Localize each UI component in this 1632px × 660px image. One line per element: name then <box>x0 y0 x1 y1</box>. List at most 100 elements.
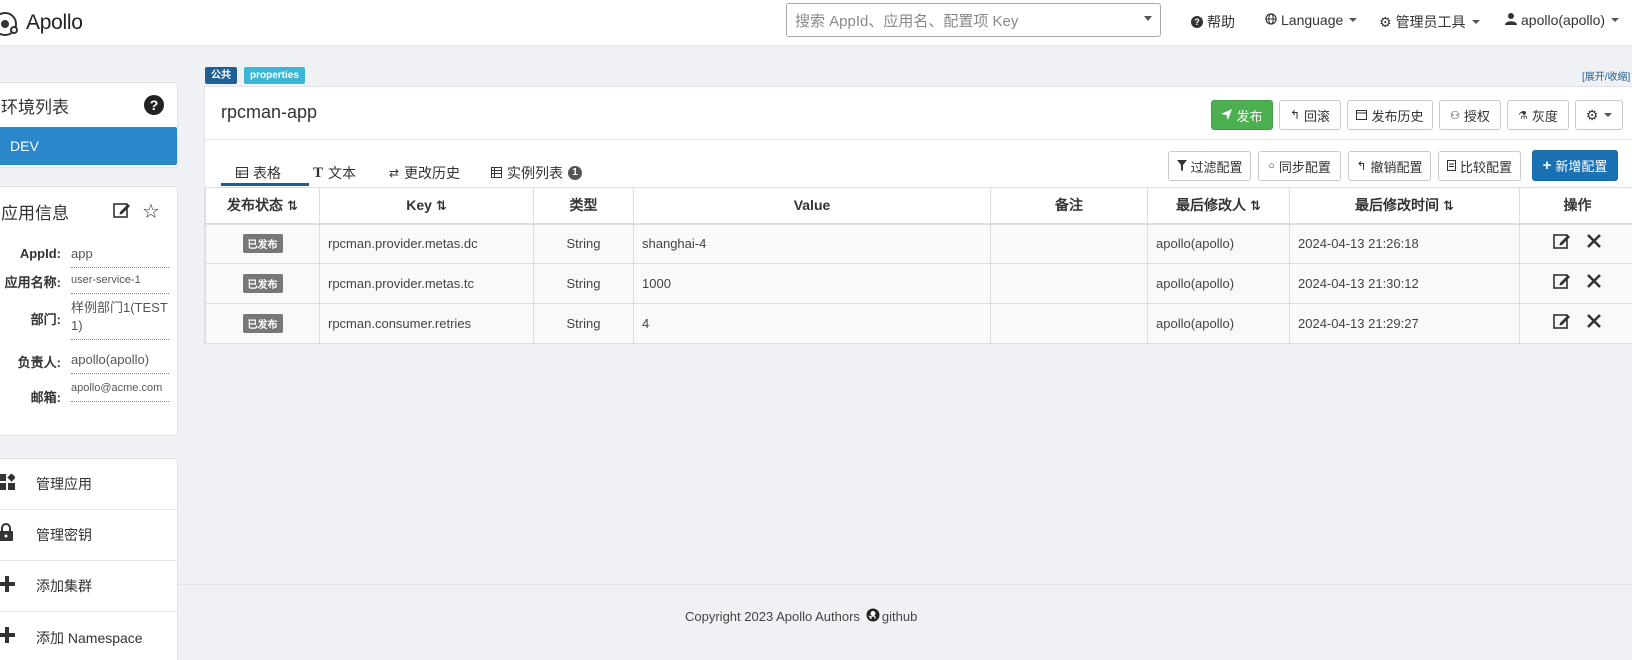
publish-history-button[interactable]: 发布历史 <box>1347 100 1433 130</box>
column-header: 操作 <box>1519 187 1632 225</box>
instances-count-badge: 1 <box>568 166 582 180</box>
cell-value: shanghai-4 <box>633 223 991 264</box>
column-header[interactable]: Key ⇅ <box>319 187 534 225</box>
info-value: 样例部门1(TEST1) <box>71 299 169 340</box>
cell-type: String <box>533 263 634 304</box>
cell-value: 1000 <box>633 263 991 304</box>
refresh-icon: ○ <box>1268 160 1275 172</box>
tab-history[interactable]: ⇄ 更改历史 <box>389 163 460 183</box>
gray-release-button[interactable]: ⚗ 灰度 <box>1507 100 1569 130</box>
delete-icon[interactable] <box>1586 232 1602 255</box>
brand-name: Apollo <box>26 11 83 34</box>
help-label: 帮助 <box>1207 14 1235 30</box>
user-label: apollo(apollo) <box>1521 12 1606 28</box>
plus-icon <box>0 626 15 649</box>
star-icon[interactable]: ☆ <box>142 199 160 224</box>
active-tab-indicator <box>221 183 309 186</box>
tab-text[interactable]: T 文本 <box>313 163 356 183</box>
sync-config-button[interactable]: ○ 同步配置 <box>1258 151 1341 181</box>
sync-config-label: 同步配置 <box>1278 159 1331 175</box>
grant-button[interactable]: ⚇ 授权 <box>1439 100 1501 130</box>
menu-item-add-cluster[interactable]: 添加集群 <box>0 561 177 612</box>
menu-item-label: 管理密钥 <box>36 527 92 543</box>
edit-icon[interactable] <box>1552 272 1571 296</box>
filter-config-button[interactable]: 过滤配置 <box>1168 151 1251 181</box>
search-input[interactable]: 搜索 AppId、应用名、配置项 Key <box>786 3 1161 37</box>
expand-collapse-link[interactable]: [展开/收缩] <box>1582 68 1630 83</box>
tab-label: 表格 <box>253 165 281 181</box>
env-item-dev[interactable]: DEV <box>0 127 177 165</box>
gear-icon: ⚙ <box>1379 13 1392 30</box>
table-row: 已发布 rpcman.provider.metas.dc String shan… <box>205 223 1632 264</box>
table-row: 已发布 rpcman.consumer.retries String 4 apo… <box>205 303 1632 344</box>
menu-item-label: 添加 Namespace <box>36 629 143 646</box>
menu-item-manage-app[interactable]: 管理应用 <box>0 459 177 510</box>
flask-icon: ⚗ <box>1518 109 1528 122</box>
question-circle-icon[interactable]: ? <box>144 95 164 115</box>
caret-down-icon <box>1611 18 1620 22</box>
plus-icon <box>0 575 15 598</box>
filter-icon <box>1176 159 1187 174</box>
header-divider <box>205 139 1632 140</box>
publish-button[interactable]: 发布 <box>1211 100 1273 130</box>
sort-icon: ⇅ <box>1443 198 1454 214</box>
column-header[interactable]: 最后修改时间 ⇅ <box>1289 187 1520 225</box>
tag-public: 公共 <box>205 67 237 84</box>
info-value: apollo(apollo) <box>71 351 169 374</box>
delete-icon[interactable] <box>1586 272 1602 295</box>
document-icon <box>1447 159 1456 174</box>
info-label: AppId: <box>19 246 61 261</box>
delete-icon[interactable] <box>1586 312 1602 335</box>
caret-down-icon <box>1471 20 1480 24</box>
help-link[interactable]: ? 帮助 <box>1191 12 1235 32</box>
settings-dropdown-button[interactable]: ⚙ <box>1575 100 1623 130</box>
github-icon <box>866 608 880 625</box>
caret-down-icon <box>1604 113 1613 117</box>
filter-config-label: 过滤配置 <box>1190 159 1243 175</box>
app-info-panel: 应用信息 ☆ AppId: app 应用名称: user-service-1 部… <box>0 186 178 436</box>
admin-tools-dropdown[interactable]: ⚙ 管理员工具 <box>1379 12 1480 32</box>
tab-table[interactable]: 表格 <box>236 163 281 183</box>
table-header-row: 发布状态 ⇅ Key ⇅ 类型 Value 备注 最后修改人 ⇅ 最后修改时间 ⇅ 操作 <box>205 187 1632 225</box>
brand[interactable]: Apollo <box>0 8 83 38</box>
tab-label: 实例列表 <box>507 165 563 181</box>
column-header[interactable]: 最后修改人 ⇅ <box>1147 187 1290 225</box>
add-config-button[interactable]: + 新增配置 <box>1532 150 1618 181</box>
info-label: 应用名称: <box>4 275 61 290</box>
user-dropdown[interactable]: apollo(apollo) <box>1505 12 1620 28</box>
cell-modifier: apollo(apollo) <box>1147 263 1290 304</box>
menu-item-add-namespace[interactable]: 添加 Namespace <box>0 612 177 660</box>
swap-icon: ⇄ <box>389 166 400 180</box>
compare-config-button[interactable]: 比较配置 <box>1438 151 1521 181</box>
publish-history-label: 发布历史 <box>1371 108 1424 124</box>
tab-instances[interactable]: 实例列表 1 <box>491 163 582 183</box>
menu-item-label: 管理应用 <box>36 476 92 492</box>
cell-time: 2024-04-13 21:26:18 <box>1289 223 1520 264</box>
cell-comment <box>990 223 1148 264</box>
cell-key: rpcman.provider.metas.tc <box>319 263 534 304</box>
edit-icon[interactable] <box>113 201 131 222</box>
undo-icon: ↰ <box>1289 108 1301 122</box>
tag-format: properties <box>244 67 305 84</box>
column-header[interactable]: 发布状态 ⇅ <box>205 187 320 225</box>
search-placeholder: 搜索 AppId、应用名、配置项 Key <box>795 12 1019 30</box>
cell-time: 2024-04-13 21:29:27 <box>1289 303 1520 344</box>
lock-icon <box>0 523 13 547</box>
user-icon <box>1505 12 1517 28</box>
cell-key: rpcman.consumer.retries <box>319 303 534 344</box>
send-icon <box>1221 108 1233 123</box>
cell-key: rpcman.provider.metas.dc <box>319 223 534 264</box>
rollback-button[interactable]: ↰ 回滚 <box>1279 100 1341 130</box>
question-circle-icon: ? <box>1191 16 1203 28</box>
table-row: 已发布 rpcman.provider.metas.tc String 1000… <box>205 263 1632 304</box>
github-link[interactable]: github <box>866 608 917 625</box>
compare-config-label: 比较配置 <box>1460 159 1513 175</box>
gear-icon: ⚙ <box>1585 106 1599 123</box>
cell-value: 4 <box>633 303 991 344</box>
revoke-config-button[interactable]: ↰ 撤销配置 <box>1348 151 1431 181</box>
edit-icon[interactable] <box>1552 232 1571 256</box>
edit-icon[interactable] <box>1552 312 1571 336</box>
add-config-label: 新增配置 <box>1555 159 1608 174</box>
language-dropdown[interactable]: Language <box>1265 12 1358 28</box>
menu-item-manage-secret[interactable]: 管理密钥 <box>0 510 177 561</box>
